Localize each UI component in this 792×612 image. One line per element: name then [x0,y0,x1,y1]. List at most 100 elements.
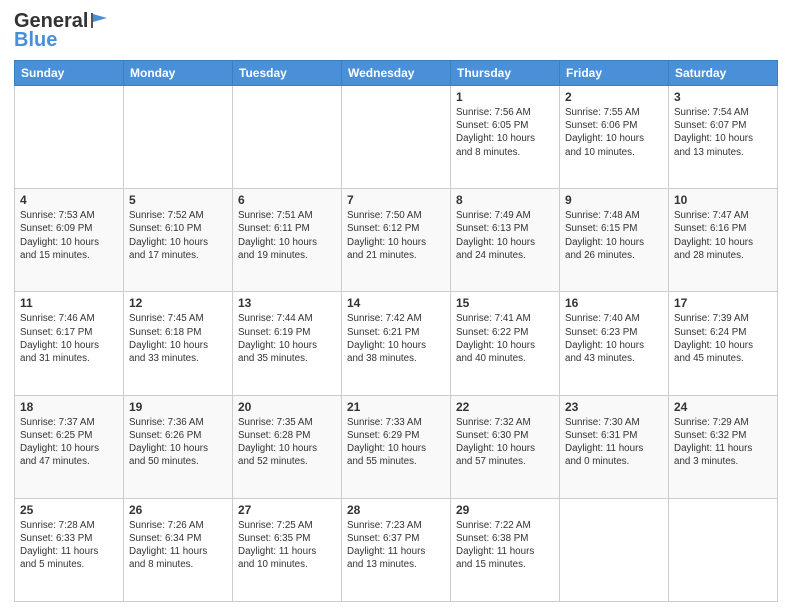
day-number: 26 [129,503,227,517]
day-cell: 13Sunrise: 7:44 AM Sunset: 6:19 PM Dayli… [233,292,342,395]
day-cell [15,86,124,189]
day-cell: 29 Sunrise: 7:22 AM Sunset: 6:38 PM Dayli… [451,498,560,601]
day-number: 5 [129,193,227,207]
day-cell: 22 Sunrise: 7:32 AM Sunset: 6:30 PM Dayli… [451,395,560,498]
day-info: Sunrise: 7:56 AM Sunset: 6:05 PM Dayligh… [456,106,554,159]
day-cell: 26 Sunrise: 7:26 AM Sunset: 6:34 PM Dayli… [124,498,233,601]
day-number: 22 [456,400,554,414]
day-info: Sunrise: 7:45 AM Sunset: 6:18 PM Dayligh… [129,312,227,365]
day-cell: 23 Sunrise: 7:30 AM Sunset: 6:31 PM Dayli… [560,395,669,498]
day-cell: 3Sunrise: 7:54 AM Sunset: 6:07 PM Daylig… [669,86,778,189]
week-row-2: 4 Sunrise: 7:53 AM Sunset: 6:09 PM Daylig… [15,189,778,292]
day-cell: 24 Sunrise: 7:29 AM Sunset: 6:32 PM Dayli… [669,395,778,498]
logo-flag-icon [89,10,109,30]
page: General Blue SundayMondayTuesdayWednesda… [0,0,792,612]
day-info: Sunrise: 7:51 AM Sunset: 6:11 PM Dayligh… [238,209,336,262]
day-info: Sunrise: 7:47 AM Sunset: 6:16 PM Dayligh… [674,209,772,262]
day-cell [342,86,451,189]
day-number: 24 [674,400,772,414]
day-info: Sunrise: 7:37 AM Sunset: 6:25 PM Dayligh… [20,416,118,469]
day-number: 8 [456,193,554,207]
day-number: 9 [565,193,663,207]
week-row-5: 25 Sunrise: 7:28 AM Sunset: 6:33 PM Dayli… [15,498,778,601]
day-info: Sunrise: 7:22 AM Sunset: 6:38 PM Dayligh… [456,519,554,572]
day-info: Sunrise: 7:35 AM Sunset: 6:28 PM Dayligh… [238,416,336,469]
day-cell [233,86,342,189]
day-number: 1 [456,90,554,104]
day-cell: 19Sunrise: 7:36 AM Sunset: 6:26 PM Dayli… [124,395,233,498]
day-info: Sunrise: 7:30 AM Sunset: 6:31 PM Dayligh… [565,416,663,469]
day-info: Sunrise: 7:26 AM Sunset: 6:34 PM Dayligh… [129,519,227,572]
day-number: 18 [20,400,118,414]
day-number: 6 [238,193,336,207]
day-number: 11 [20,296,118,310]
week-row-3: 11 Sunrise: 7:46 AM Sunset: 6:17 PM Dayli… [15,292,778,395]
day-number: 29 [456,503,554,517]
day-cell: 14Sunrise: 7:42 AM Sunset: 6:21 PM Dayli… [342,292,451,395]
day-cell: 1 Sunrise: 7:56 AM Sunset: 6:05 PM Daylig… [451,86,560,189]
week-row-4: 18 Sunrise: 7:37 AM Sunset: 6:25 PM Dayli… [15,395,778,498]
header: General Blue [14,10,778,52]
day-info: Sunrise: 7:54 AM Sunset: 6:07 PM Dayligh… [674,106,772,159]
day-number: 10 [674,193,772,207]
day-cell: 20Sunrise: 7:35 AM Sunset: 6:28 PM Dayli… [233,395,342,498]
day-cell [124,86,233,189]
logo: General Blue [14,10,109,52]
day-cell: 9 Sunrise: 7:48 AM Sunset: 6:15 PM Daylig… [560,189,669,292]
day-cell: 28 Sunrise: 7:23 AM Sunset: 6:37 PM Dayli… [342,498,451,601]
day-number: 12 [129,296,227,310]
weekday-header-friday: Friday [560,61,669,86]
day-cell: 25 Sunrise: 7:28 AM Sunset: 6:33 PM Dayli… [15,498,124,601]
day-info: Sunrise: 7:46 AM Sunset: 6:17 PM Dayligh… [20,312,118,365]
day-number: 14 [347,296,445,310]
day-info: Sunrise: 7:50 AM Sunset: 6:12 PM Dayligh… [347,209,445,262]
day-cell [560,498,669,601]
week-row-1: 1 Sunrise: 7:56 AM Sunset: 6:05 PM Daylig… [15,86,778,189]
day-cell: 15Sunrise: 7:41 AM Sunset: 6:22 PM Dayli… [451,292,560,395]
day-number: 19 [129,400,227,414]
day-cell: 2 Sunrise: 7:55 AM Sunset: 6:06 PM Daylig… [560,86,669,189]
day-cell: 12 Sunrise: 7:45 AM Sunset: 6:18 PM Dayli… [124,292,233,395]
weekday-header-sunday: Sunday [15,61,124,86]
day-cell: 5 Sunrise: 7:52 AM Sunset: 6:10 PM Daylig… [124,189,233,292]
day-cell: 17 Sunrise: 7:39 AM Sunset: 6:24 PM Dayli… [669,292,778,395]
day-number: 25 [20,503,118,517]
day-number: 16 [565,296,663,310]
day-cell: 16 Sunrise: 7:40 AM Sunset: 6:23 PM Dayli… [560,292,669,395]
day-info: Sunrise: 7:53 AM Sunset: 6:09 PM Dayligh… [20,209,118,262]
day-info: Sunrise: 7:40 AM Sunset: 6:23 PM Dayligh… [565,312,663,365]
logo-blue: Blue [14,29,57,51]
day-cell: 7Sunrise: 7:50 AM Sunset: 6:12 PM Daylig… [342,189,451,292]
calendar-table: SundayMondayTuesdayWednesdayThursdayFrid… [14,60,778,602]
day-cell: 21 Sunrise: 7:33 AM Sunset: 6:29 PM Dayli… [342,395,451,498]
day-info: Sunrise: 7:48 AM Sunset: 6:15 PM Dayligh… [565,209,663,262]
weekday-header-thursday: Thursday [451,61,560,86]
day-info: Sunrise: 7:39 AM Sunset: 6:24 PM Dayligh… [674,312,772,365]
day-cell [669,498,778,601]
day-number: 21 [347,400,445,414]
day-number: 27 [238,503,336,517]
day-number: 23 [565,400,663,414]
day-number: 13 [238,296,336,310]
day-number: 17 [674,296,772,310]
day-cell: 18 Sunrise: 7:37 AM Sunset: 6:25 PM Dayli… [15,395,124,498]
weekday-header-row: SundayMondayTuesdayWednesdayThursdayFrid… [15,61,778,86]
weekday-header-monday: Monday [124,61,233,86]
weekday-header-tuesday: Tuesday [233,61,342,86]
day-number: 28 [347,503,445,517]
weekday-header-wednesday: Wednesday [342,61,451,86]
day-number: 4 [20,193,118,207]
day-info: Sunrise: 7:29 AM Sunset: 6:32 PM Dayligh… [674,416,772,469]
day-info: Sunrise: 7:32 AM Sunset: 6:30 PM Dayligh… [456,416,554,469]
day-cell: 8 Sunrise: 7:49 AM Sunset: 6:13 PM Daylig… [451,189,560,292]
day-info: Sunrise: 7:52 AM Sunset: 6:10 PM Dayligh… [129,209,227,262]
day-cell: 10 Sunrise: 7:47 AM Sunset: 6:16 PM Dayli… [669,189,778,292]
day-cell: 6 Sunrise: 7:51 AM Sunset: 6:11 PM Daylig… [233,189,342,292]
day-info: Sunrise: 7:49 AM Sunset: 6:13 PM Dayligh… [456,209,554,262]
day-number: 2 [565,90,663,104]
day-info: Sunrise: 7:55 AM Sunset: 6:06 PM Dayligh… [565,106,663,159]
day-info: Sunrise: 7:33 AM Sunset: 6:29 PM Dayligh… [347,416,445,469]
day-info: Sunrise: 7:23 AM Sunset: 6:37 PM Dayligh… [347,519,445,572]
day-cell: 4 Sunrise: 7:53 AM Sunset: 6:09 PM Daylig… [15,189,124,292]
day-info: Sunrise: 7:28 AM Sunset: 6:33 PM Dayligh… [20,519,118,572]
